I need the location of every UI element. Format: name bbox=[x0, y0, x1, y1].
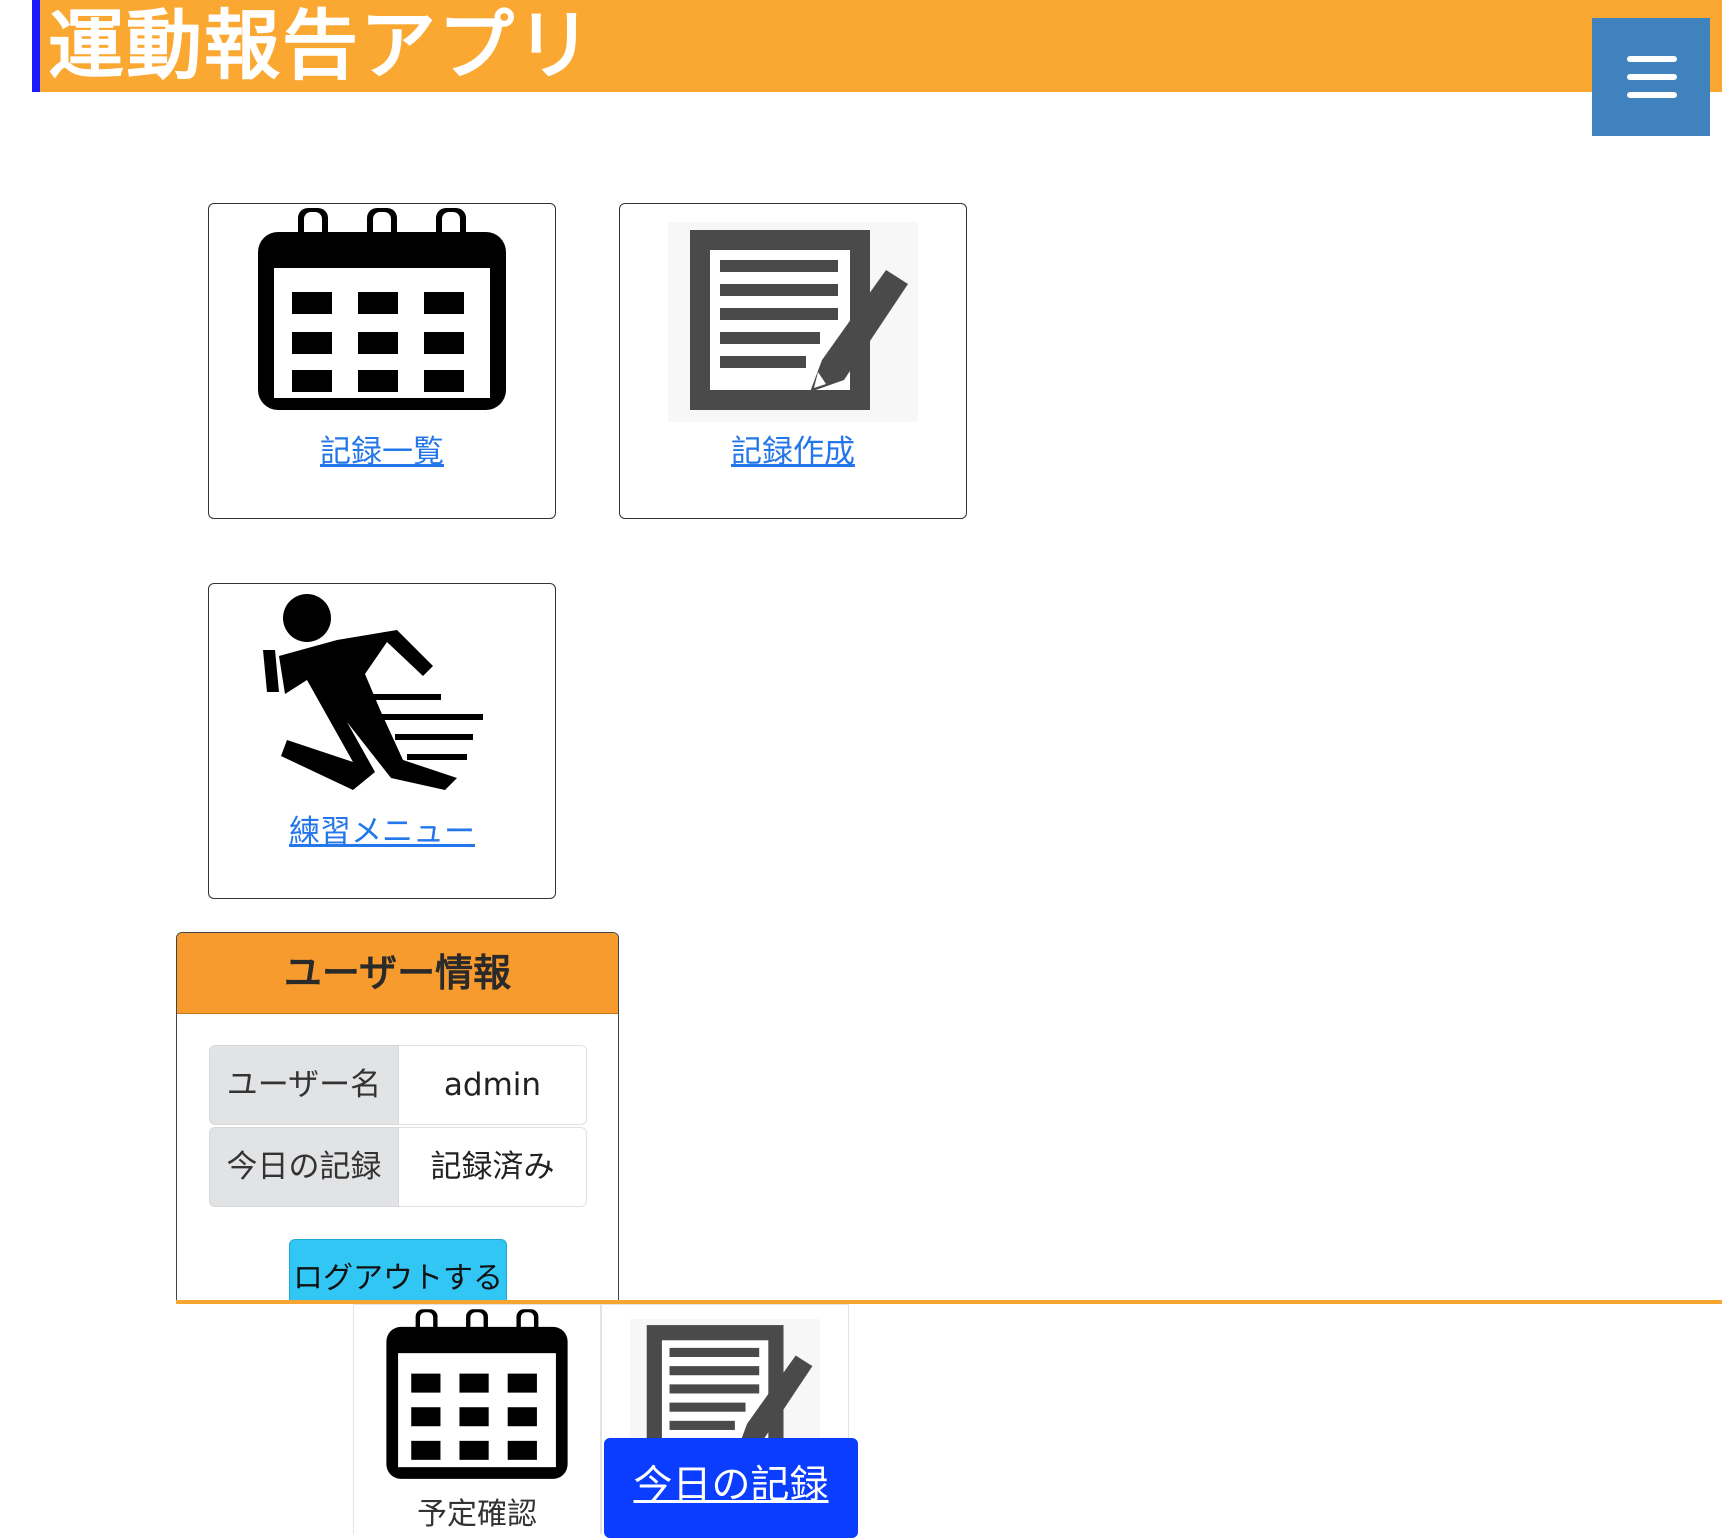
hamburger-menu-icon bbox=[1627, 56, 1677, 62]
user-name-label: ユーザー名 bbox=[209, 1045, 399, 1125]
practice-menu-link[interactable]: 練習メニュー bbox=[209, 812, 555, 852]
footer-schedule-tile[interactable]: 予定確認 bbox=[353, 1304, 601, 1534]
user-info-title: ユーザー情報 bbox=[177, 933, 618, 1014]
schedule-label: 予定確認 bbox=[417, 1497, 537, 1532]
today-record-label: 今日の記録 bbox=[209, 1127, 399, 1207]
running-person-icon bbox=[209, 584, 555, 814]
logout-button[interactable]: ログアウトする bbox=[289, 1239, 507, 1301]
calendar-icon bbox=[386, 1309, 568, 1479]
today-record-row: 今日の記録 記録済み bbox=[209, 1127, 587, 1207]
app-title: 運動報告アプリ bbox=[48, 1, 594, 90]
card-practice-menu[interactable]: 練習メニュー bbox=[208, 583, 556, 899]
app-header: 運動報告アプリ bbox=[32, 0, 1722, 92]
user-name-row: ユーザー名 admin bbox=[209, 1045, 587, 1125]
record-list-link[interactable]: 記録一覧 bbox=[209, 432, 555, 472]
user-name-value: admin bbox=[399, 1045, 587, 1125]
record-create-link[interactable]: 記録作成 bbox=[620, 432, 966, 472]
note-edit-icon bbox=[620, 204, 966, 434]
calendar-icon bbox=[209, 204, 555, 434]
menu-toggle-button[interactable] bbox=[1592, 18, 1710, 136]
today-record-button[interactable]: 今日の記録 bbox=[604, 1438, 858, 1538]
user-info-panel: ユーザー情報 ユーザー名 admin 今日の記録 記録済み ログアウトする bbox=[176, 932, 619, 1302]
card-record-list[interactable]: 記録一覧 bbox=[208, 203, 556, 519]
today-record-value: 記録済み bbox=[399, 1127, 587, 1207]
card-record-create[interactable]: 記録作成 bbox=[619, 203, 967, 519]
hamburger-menu-icon-bar bbox=[1627, 92, 1677, 98]
hamburger-menu-icon-bar bbox=[1627, 74, 1677, 80]
